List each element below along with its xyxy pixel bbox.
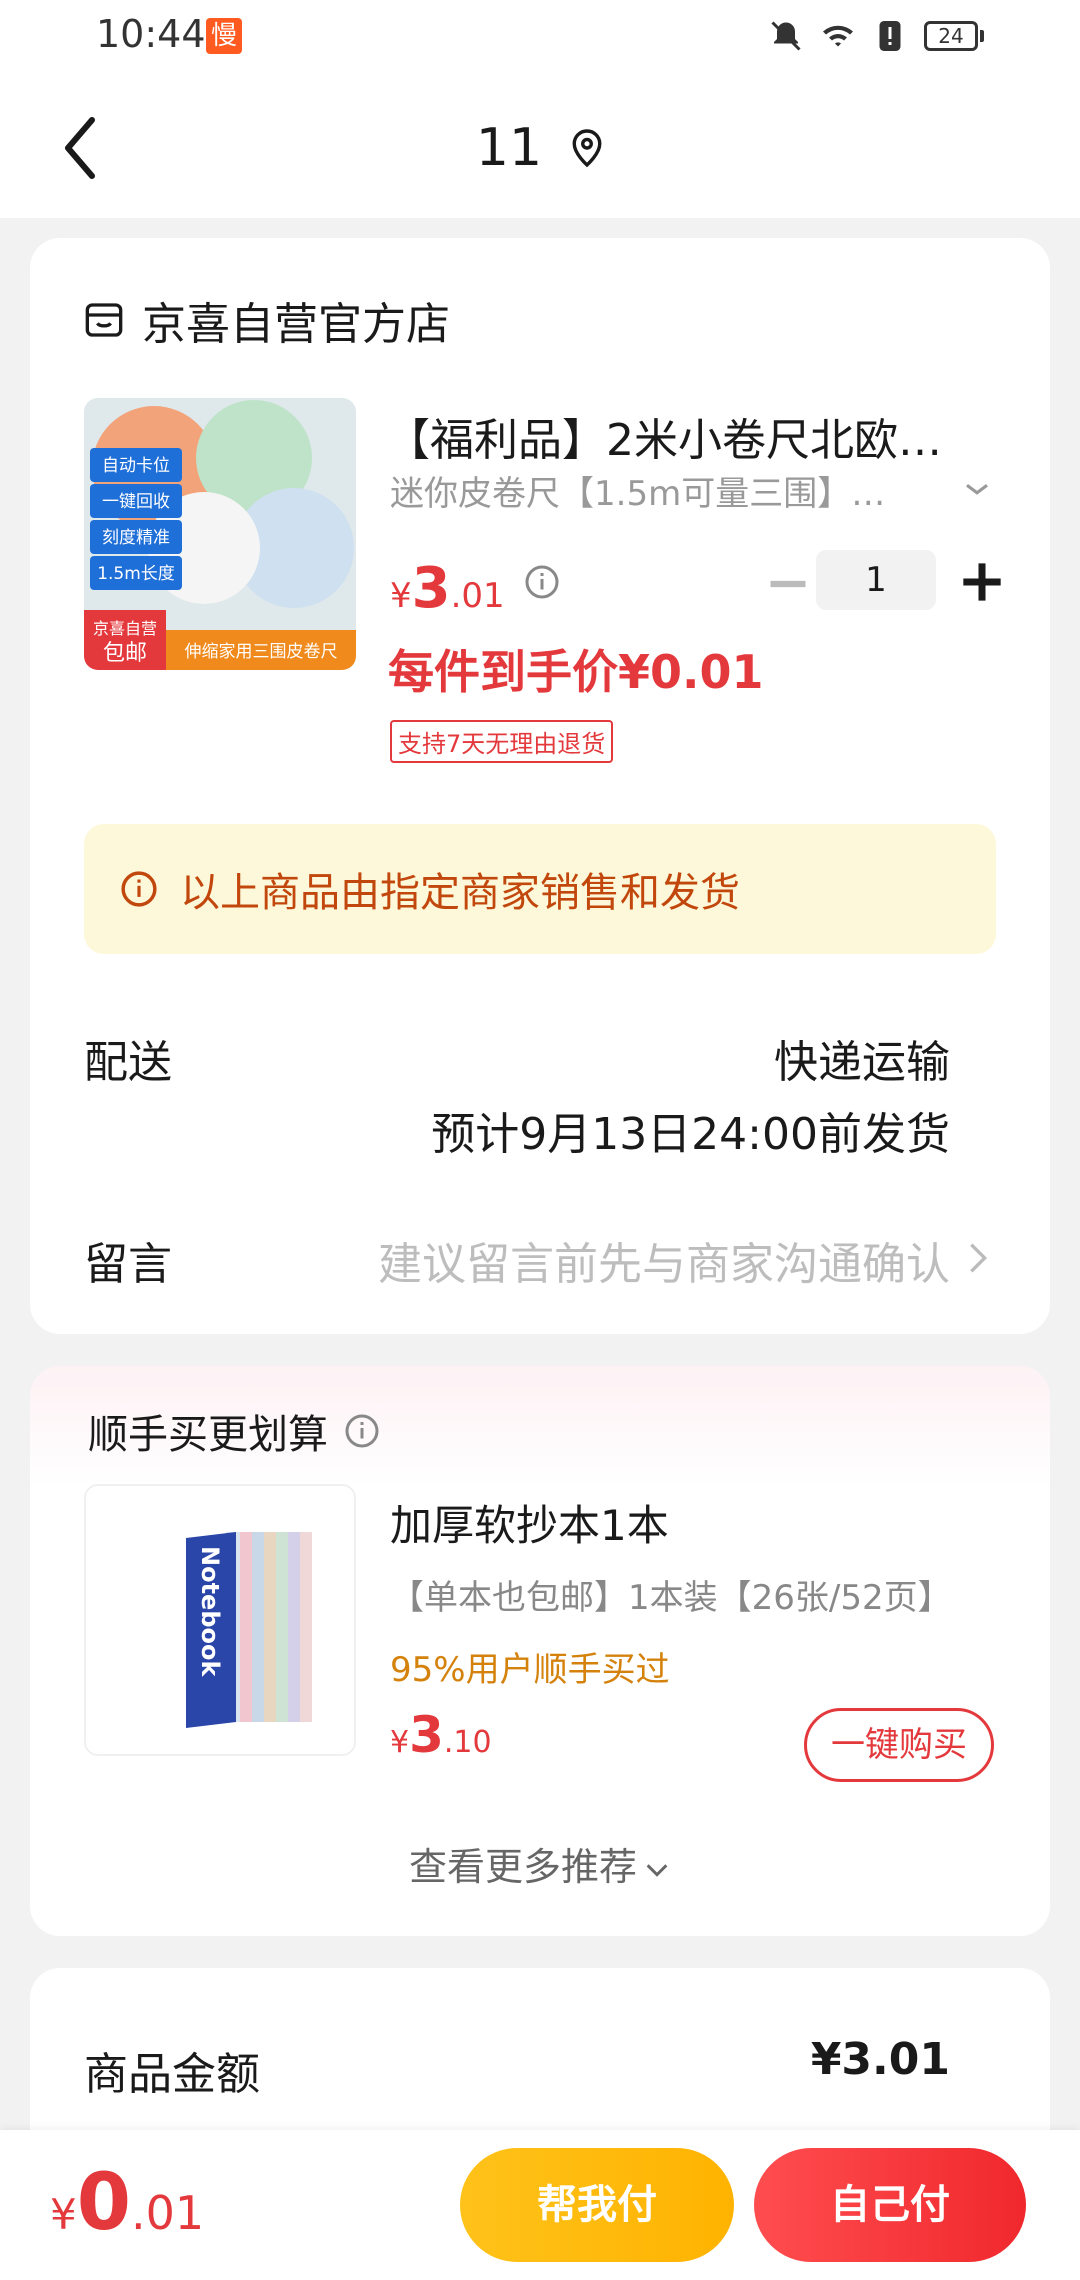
wifi-icon (823, 25, 853, 47)
status-bar: 10:44 慢 24 (0, 0, 1080, 80)
address-selector[interactable]: 11 (0, 118, 1080, 178)
deal-price: 每件到手价¥0.01 (388, 645, 764, 699)
notebook-illustration: Notebook (86, 1486, 354, 1754)
chevron-down-icon[interactable] (962, 474, 992, 504)
more-recommendations-label: 查看更多推荐 (408, 1845, 637, 1889)
alert-icon (879, 21, 901, 51)
rec-price-currency: ¥ (390, 1725, 410, 1760)
notebook-cover-text: Notebook (196, 1546, 224, 1677)
goods-amount-label: 商品金额 (84, 2049, 260, 2100)
location-pin-icon (572, 129, 602, 168)
total-integer: 0 (76, 2158, 132, 2248)
battery-level: 24 (924, 21, 978, 51)
quantity-plus-button[interactable] (954, 554, 1010, 610)
total-decimal: .01 (131, 2186, 205, 2240)
message-input[interactable]: 建议留言前先与商家沟通确认 (378, 1228, 950, 1292)
image-tag-4: 1.5m长度 (97, 564, 175, 584)
goods-amount-value: ¥3.01 (810, 2034, 950, 2085)
store-name: 京喜自营官方店 (142, 299, 450, 350)
store-icon (85, 303, 123, 337)
delivery-method: 快递运输 (774, 1037, 950, 1088)
recommend-social-proof: 95%用户顺手买过 (390, 1650, 670, 1690)
price-integer: 3 (411, 556, 451, 621)
return-policy-tag: 支持7天无理由退货 (390, 720, 614, 763)
recommend-title: 顺手买更划算 (88, 1402, 380, 1460)
seller-notice: 以上商品由指定商家销售和发货 (84, 824, 996, 954)
image-banner: 伸缩家用三围皮卷尺 (185, 642, 338, 662)
info-icon (121, 871, 157, 907)
slow-mode-badge: 慢 (206, 18, 242, 54)
status-time: 10:44 (96, 12, 206, 56)
recommend-product-price: ¥ 3 .10 (390, 1706, 492, 1764)
recommend-product-name[interactable]: 加厚软抄本1本 (390, 1492, 669, 1553)
image-badge: 京喜自营 (93, 619, 157, 638)
product-spec[interactable]: 迷你皮卷尺【1.5m可量三围】… (390, 466, 910, 515)
delivery-time: 预计9月13日24:00前发货 (431, 1109, 950, 1160)
info-icon[interactable] (344, 1413, 380, 1449)
price-currency: ¥ (390, 576, 412, 616)
store-row[interactable]: 京喜自营官方店 (84, 288, 450, 352)
address-text: 11 (475, 118, 543, 178)
image-badge-2: 包邮 (103, 641, 147, 666)
recommend-card: 顺手买更划算 Notebook 加厚软抄本1本 【单本也包邮】1本装【26张/5… (30, 1366, 1050, 1936)
recommend-title-text: 顺手买更划算 (88, 1412, 328, 1458)
chevron-right-icon[interactable] (966, 1238, 990, 1278)
image-tag-3: 刻度精准 (102, 528, 170, 548)
mute-bell-icon (771, 21, 801, 51)
recommend-product-image[interactable]: Notebook (84, 1484, 356, 1756)
notice-text: 以上商品由指定商家销售和发货 (180, 870, 740, 916)
image-tag-2: 一键回收 (102, 492, 170, 512)
product-image[interactable]: 自动卡位 一键回收 刻度精准 1.5m长度 京喜自营 包邮 伸缩家用三围皮卷尺 (84, 398, 356, 670)
product-price: ¥ 3 .01 (390, 556, 505, 621)
page-header: 11 (0, 80, 1080, 218)
info-icon[interactable] (524, 564, 560, 600)
checkout-bar: ¥ 0 .01 帮我付 自己付 (0, 2130, 1080, 2280)
help-me-pay-button[interactable]: 帮我付 (460, 2148, 734, 2262)
rec-price-decimal: .10 (443, 1725, 492, 1760)
more-recommendations-link[interactable]: 查看更多推荐 (30, 1836, 1050, 1891)
status-icons: 24 (768, 18, 984, 54)
total-currency: ¥ (50, 2190, 77, 2239)
order-card: 京喜自营官方店 自动卡位 一键回收 刻度精准 1.5m长度 京喜自营 包邮 伸缩… (30, 238, 1050, 1334)
tape-measure-illustration: 自动卡位 一键回收 刻度精准 1.5m长度 京喜自营 包邮 伸缩家用三围皮卷尺 (84, 398, 356, 670)
battery-icon: 24 (924, 21, 984, 51)
image-tag-1: 自动卡位 (102, 456, 170, 476)
price-decimal: .01 (450, 576, 505, 616)
rec-price-integer: 3 (409, 1706, 444, 1764)
total-price: ¥ 0 .01 (50, 2158, 204, 2248)
chevron-down-icon (646, 1863, 668, 1877)
product-title[interactable]: 【福利品】2米小卷尺北欧… (386, 404, 1026, 468)
one-click-buy-button[interactable]: 一键购买 (804, 1708, 994, 1782)
message-label: 留言 (84, 1239, 172, 1290)
quantity-input[interactable]: 1 (816, 550, 936, 610)
recommend-product-spec: 【单本也包邮】1本装【26张/52页】 (390, 1578, 952, 1618)
delivery-label: 配送 (84, 1037, 172, 1088)
pay-myself-button[interactable]: 自己付 (754, 2148, 1026, 2262)
quantity-minus-button[interactable] (758, 554, 818, 614)
